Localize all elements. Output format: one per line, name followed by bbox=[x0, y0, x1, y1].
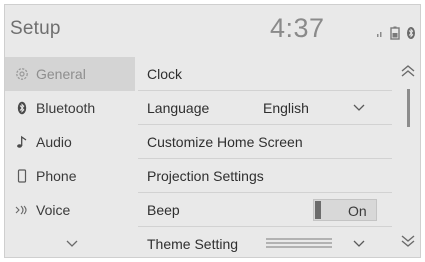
gear-icon bbox=[13, 66, 31, 82]
voice-icon bbox=[13, 202, 31, 218]
sidebar-item-label: Phone bbox=[36, 168, 77, 184]
row-label: Projection Settings bbox=[147, 168, 264, 184]
list-item-customize-home-screen[interactable]: Customize Home Screen bbox=[138, 125, 392, 159]
row-label: Theme Setting bbox=[147, 236, 239, 252]
sidebar-item-voice[interactable]: Voice bbox=[5, 193, 135, 227]
sidebar-more-button[interactable] bbox=[60, 233, 84, 253]
list-item-clock[interactable]: Clock bbox=[138, 57, 392, 91]
row-label: Language bbox=[147, 100, 210, 116]
setup-screen: Setup 4:37 General Bluetooth Audio Phone… bbox=[4, 4, 421, 258]
status-icons bbox=[376, 26, 416, 40]
settings-list: Clock Language English Customize Home Sc… bbox=[138, 55, 392, 257]
sidebar-item-label: Bluetooth bbox=[36, 100, 96, 116]
theme-preview-icon bbox=[266, 238, 332, 248]
sidebar-item-label: General bbox=[36, 66, 86, 82]
sidebar-item-audio[interactable]: Audio bbox=[5, 125, 135, 159]
sidebar-item-phone[interactable]: Phone bbox=[5, 159, 135, 193]
chevron-down-icon bbox=[353, 240, 365, 247]
double-chevron-down-icon[interactable] bbox=[398, 233, 418, 249]
bluetooth-icon bbox=[13, 100, 31, 116]
toggle-state: On bbox=[348, 203, 367, 219]
header: Setup 4:37 bbox=[5, 5, 420, 51]
phone-battery-icon bbox=[390, 26, 400, 40]
list-item-projection-settings[interactable]: Projection Settings bbox=[138, 159, 392, 193]
phone-icon bbox=[13, 168, 31, 184]
row-label: Customize Home Screen bbox=[147, 134, 303, 150]
music-note-icon bbox=[13, 134, 31, 150]
list-item-language[interactable]: Language English bbox=[138, 91, 392, 125]
sidebar: General Bluetooth Audio Phone Voice bbox=[5, 55, 135, 257]
scroll-column bbox=[395, 55, 420, 257]
row-label: Clock bbox=[147, 66, 183, 82]
bluetooth-connection-icon bbox=[406, 26, 416, 40]
chevron-down-icon bbox=[66, 240, 78, 247]
sidebar-item-general[interactable]: General bbox=[5, 57, 135, 91]
list-item-beep: Beep On bbox=[138, 193, 392, 227]
toggle-knob bbox=[315, 201, 321, 219]
sidebar-item-bluetooth[interactable]: Bluetooth bbox=[5, 91, 135, 125]
sidebar-item-label: Voice bbox=[36, 202, 71, 218]
page-title: Setup bbox=[10, 18, 61, 39]
row-label: Beep bbox=[147, 202, 180, 218]
list-item-theme-setting[interactable]: Theme Setting bbox=[138, 227, 392, 257]
chevron-down-icon bbox=[353, 104, 365, 111]
scrollbar-thumb[interactable] bbox=[407, 89, 410, 127]
clock-time: 4:37 bbox=[270, 13, 325, 43]
language-value: English bbox=[263, 100, 309, 116]
beep-toggle[interactable]: On bbox=[313, 199, 377, 221]
double-chevron-up-icon[interactable] bbox=[398, 63, 418, 79]
signal-icon bbox=[376, 29, 384, 37]
sidebar-item-label: Audio bbox=[36, 134, 72, 150]
